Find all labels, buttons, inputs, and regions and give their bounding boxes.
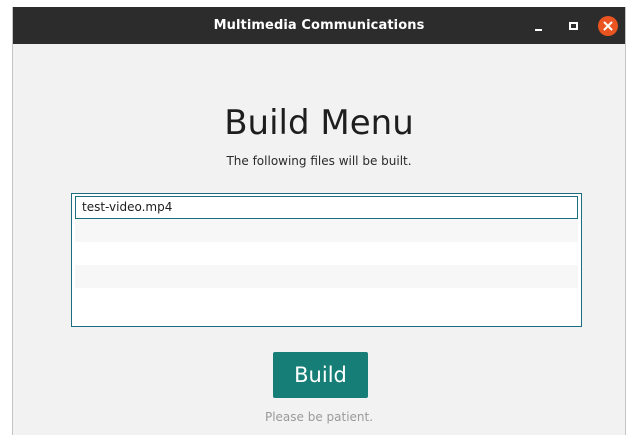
page-subtitle: The following files will be built. <box>226 154 412 168</box>
file-list[interactable]: test-video.mp4 <box>71 193 582 327</box>
close-icon[interactable] <box>598 16 618 36</box>
list-item[interactable] <box>75 265 578 288</box>
list-item-label: test-video.mp4 <box>82 200 173 214</box>
maximize-icon[interactable] <box>564 16 584 36</box>
minimize-icon[interactable] <box>529 16 549 36</box>
status-hint: Please be patient. <box>264 410 374 424</box>
list-item[interactable] <box>75 242 578 265</box>
build-button[interactable]: Build <box>273 352 368 398</box>
list-item[interactable] <box>75 219 578 242</box>
close-cross-glyph <box>603 21 613 31</box>
title-bar[interactable]: Multimedia Communications <box>13 7 625 44</box>
list-item[interactable] <box>75 288 578 311</box>
app-window: Multimedia Communications Build Menu The… <box>12 7 626 435</box>
page-title: Build Menu <box>224 103 414 143</box>
list-item[interactable]: test-video.mp4 <box>75 196 578 219</box>
